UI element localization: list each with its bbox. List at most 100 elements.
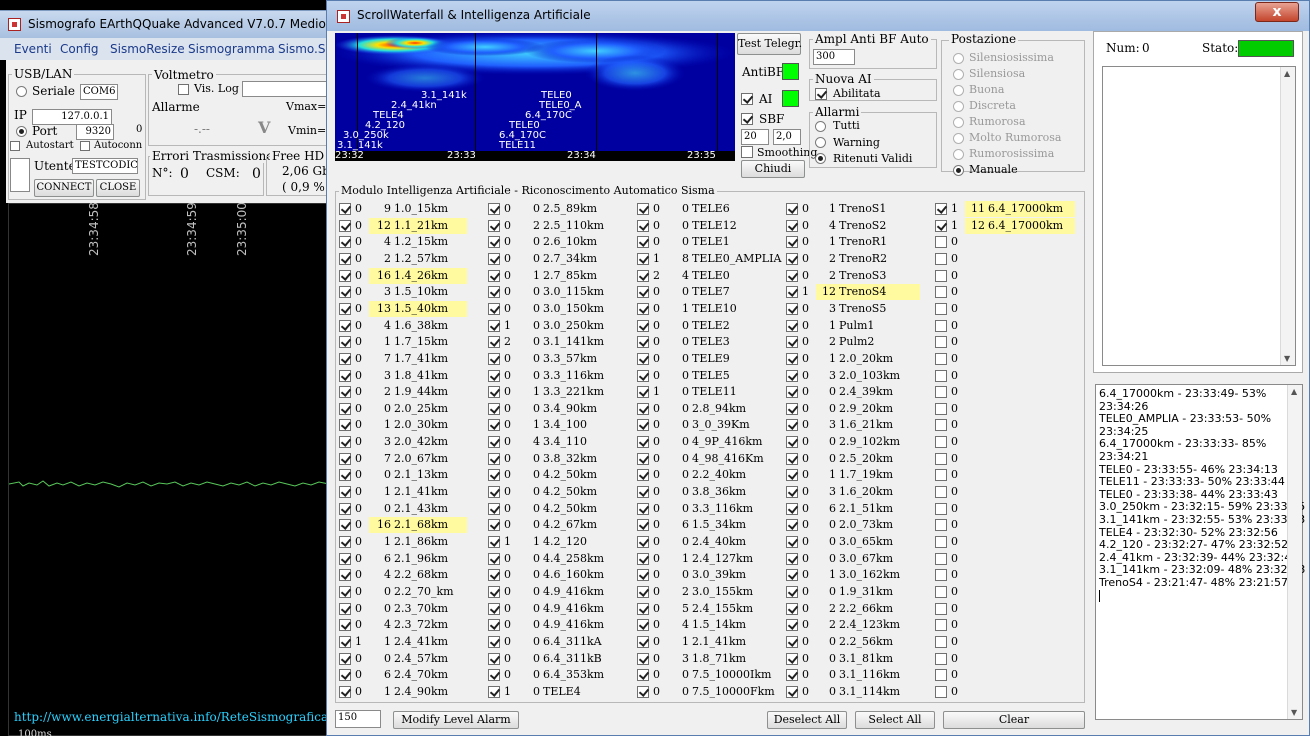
- port-radio[interactable]: [16, 126, 27, 137]
- modify-level-alarm-button[interactable]: Modify Level Alarm: [393, 711, 519, 729]
- signature-checkbox[interactable]: [637, 203, 649, 215]
- sbf-value-a[interactable]: 20: [741, 129, 769, 145]
- signature-checkbox[interactable]: [935, 419, 947, 432]
- signature-checkbox[interactable]: [488, 519, 500, 532]
- signature-checkbox[interactable]: [786, 302, 798, 315]
- close-connection-button[interactable]: CLOSE: [96, 179, 140, 197]
- window-close-button[interactable]: x: [1255, 2, 1299, 22]
- clear-button[interactable]: Clear: [943, 711, 1085, 729]
- signature-checkbox[interactable]: [488, 236, 500, 249]
- signature-checkbox[interactable]: [935, 552, 947, 565]
- signature-checkbox[interactable]: [935, 519, 947, 532]
- menu-sismogramma[interactable]: Sismogramma: [188, 42, 275, 56]
- ip-field[interactable]: 127.0.0.1: [32, 109, 112, 125]
- signature-checkbox[interactable]: [339, 602, 351, 615]
- serial-port-field[interactable]: COM6: [80, 84, 118, 100]
- signature-checkbox[interactable]: [339, 452, 351, 465]
- postazione-radio[interactable]: [953, 117, 964, 128]
- signature-checkbox[interactable]: [935, 569, 947, 582]
- signature-checkbox[interactable]: [786, 619, 798, 632]
- signature-checkbox[interactable]: [637, 502, 649, 515]
- signature-checkbox[interactable]: [786, 203, 798, 215]
- signature-checkbox[interactable]: [935, 536, 947, 548]
- vis-log-field[interactable]: [242, 81, 330, 97]
- signature-checkbox[interactable]: [488, 269, 500, 282]
- menu-config[interactable]: Config: [60, 42, 99, 56]
- signature-checkbox[interactable]: [488, 685, 500, 698]
- signature-checkbox[interactable]: [935, 286, 947, 299]
- signature-checkbox[interactable]: [339, 319, 351, 332]
- signature-checkbox[interactable]: [786, 519, 798, 532]
- signature-checkbox[interactable]: [786, 219, 798, 232]
- signature-checkbox[interactable]: [935, 219, 947, 232]
- signature-checkbox[interactable]: [339, 369, 351, 382]
- signature-checkbox[interactable]: [786, 386, 798, 399]
- signature-checkbox[interactable]: [488, 402, 500, 415]
- signature-checkbox[interactable]: [339, 336, 351, 349]
- signature-checkbox[interactable]: [488, 569, 500, 582]
- signature-checkbox[interactable]: [786, 469, 798, 482]
- signature-checkbox[interactable]: [935, 336, 947, 349]
- signature-checkbox[interactable]: [488, 386, 500, 399]
- signature-checkbox[interactable]: [935, 652, 947, 665]
- postazione-radio[interactable]: [953, 69, 964, 80]
- signature-checkbox[interactable]: [637, 286, 649, 299]
- signature-checkbox[interactable]: [637, 302, 649, 315]
- signature-checkbox[interactable]: [786, 269, 798, 282]
- signature-checkbox[interactable]: [339, 569, 351, 582]
- signature-checkbox[interactable]: [339, 486, 351, 499]
- signature-checkbox[interactable]: [339, 502, 351, 515]
- signature-checkbox[interactable]: [786, 352, 798, 365]
- signature-checkbox[interactable]: [637, 452, 649, 465]
- allarmi-ritenuti-radio[interactable]: [815, 153, 826, 164]
- signature-checkbox[interactable]: [488, 369, 500, 382]
- signature-checkbox[interactable]: [935, 252, 947, 265]
- menu-sismoresize[interactable]: SismoResize: [110, 42, 185, 56]
- signature-checkbox[interactable]: [935, 436, 947, 449]
- signature-checkbox[interactable]: [637, 569, 649, 582]
- signature-checkbox[interactable]: [339, 619, 351, 632]
- signature-checkbox[interactable]: [339, 219, 351, 232]
- signature-checkbox[interactable]: [488, 302, 500, 315]
- num-list[interactable]: ▲ ▼: [1102, 66, 1296, 366]
- signature-checkbox[interactable]: [488, 219, 500, 232]
- allarmi-warning-radio[interactable]: [815, 137, 826, 148]
- signature-checkbox[interactable]: [488, 552, 500, 565]
- ampl-value-field[interactable]: 300: [813, 49, 855, 65]
- signature-checkbox[interactable]: [786, 552, 798, 565]
- signature-checkbox[interactable]: [488, 602, 500, 615]
- scrollwaterfall-title-bar[interactable]: ScrollWaterfall & Intelligenza Artificia…: [327, 1, 1309, 31]
- signature-checkbox[interactable]: [488, 336, 500, 349]
- signature-checkbox[interactable]: [339, 302, 351, 315]
- signature-checkbox[interactable]: [637, 552, 649, 565]
- signature-checkbox[interactable]: [488, 619, 500, 632]
- signature-checkbox[interactable]: [637, 536, 649, 548]
- signature-checkbox[interactable]: [637, 585, 649, 598]
- signature-checkbox[interactable]: [488, 452, 500, 465]
- signature-checkbox[interactable]: [786, 502, 798, 515]
- seismogram-plot[interactable]: 23:34:58 23:34:59 23:35:00: [8, 202, 330, 736]
- signature-checkbox[interactable]: [488, 419, 500, 432]
- signature-checkbox[interactable]: [339, 536, 351, 548]
- signature-checkbox[interactable]: [935, 619, 947, 632]
- signature-checkbox[interactable]: [935, 236, 947, 249]
- autostart-checkbox[interactable]: [10, 141, 20, 151]
- signature-checkbox[interactable]: [488, 319, 500, 332]
- signature-checkbox[interactable]: [637, 419, 649, 432]
- signature-checkbox[interactable]: [637, 652, 649, 665]
- postazione-radio[interactable]: [953, 165, 964, 176]
- signature-checkbox[interactable]: [637, 519, 649, 532]
- signature-checkbox[interactable]: [488, 286, 500, 299]
- signature-checkbox[interactable]: [786, 436, 798, 449]
- signature-checkbox[interactable]: [637, 386, 649, 399]
- menu-sismo-sc[interactable]: Sismo.Sc: [278, 42, 330, 56]
- signature-checkbox[interactable]: [637, 486, 649, 499]
- signature-checkbox[interactable]: [935, 585, 947, 598]
- autoconn-checkbox[interactable]: [80, 141, 90, 151]
- waterfall-display[interactable]: 3.1_141k 2.4_41kn TELE4 4.2_120 3.0_250k…: [335, 33, 735, 161]
- signature-checkbox[interactable]: [637, 685, 649, 698]
- chiudi-button[interactable]: Chiudi: [741, 160, 805, 178]
- signature-checkbox[interactable]: [488, 352, 500, 365]
- sbf-value-b[interactable]: 2,0: [773, 129, 801, 145]
- signature-checkbox[interactable]: [637, 236, 649, 249]
